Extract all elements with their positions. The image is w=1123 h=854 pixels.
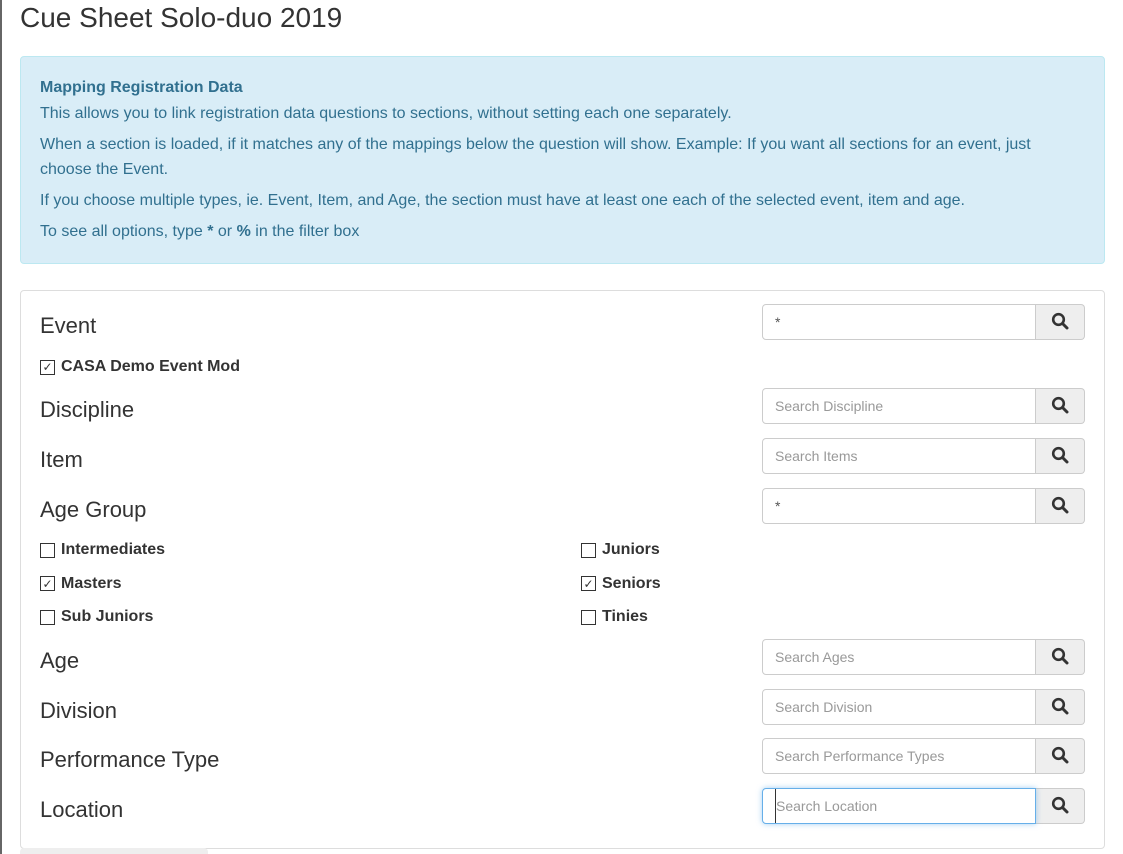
event-label: Event — [40, 313, 97, 338]
event-field[interactable] — [762, 304, 1037, 340]
location-label: Location — [40, 797, 124, 822]
alert-title: Mapping Registration Data — [40, 79, 243, 96]
checkbox-icon[interactable] — [581, 609, 596, 625]
search-icon — [1051, 446, 1069, 467]
age-group-search-input[interactable] — [763, 489, 1036, 523]
age-group-search-button[interactable] — [1036, 488, 1085, 524]
age-group-search-group — [762, 488, 1085, 524]
discipline-field[interactable]: Search Discipline — [762, 388, 1037, 424]
event-search-group — [762, 304, 1085, 340]
discipline-label: Discipline — [40, 397, 135, 422]
alert-text-2: When a section is loaded, if it matches … — [40, 136, 1031, 178]
division-field[interactable]: Search Division — [762, 689, 1037, 725]
checkbox-label: Masters — [61, 574, 122, 592]
search-icon — [1051, 496, 1069, 517]
age-field[interactable]: Search Ages — [762, 639, 1037, 675]
alert-text-4: To see all options, type * or % in the f… — [40, 219, 1080, 244]
age-group-field[interactable] — [762, 488, 1037, 524]
division-search-button[interactable] — [1036, 689, 1085, 725]
performance-type-label: Performance Type — [40, 747, 220, 772]
age-label: Age — [40, 648, 80, 673]
location-search-group: Search Location — [762, 788, 1085, 824]
search-icon — [1051, 746, 1069, 767]
division-search-input[interactable] — [763, 690, 1036, 724]
checkbox-label: Tinies — [602, 608, 648, 625]
age-search-group: Search Ages — [762, 639, 1085, 675]
checkbox-option[interactable]: Tinies — [581, 608, 648, 626]
checkbox-label: CASA Demo Event Mod — [61, 358, 240, 375]
search-icon — [1051, 697, 1069, 718]
checkbox-icon[interactable] — [40, 609, 55, 625]
checkbox-icon[interactable]: ✓ — [40, 576, 55, 591]
search-icon — [1051, 312, 1069, 333]
text: or — [213, 223, 237, 240]
checkbox-icon[interactable] — [40, 542, 55, 558]
checkbox-option[interactable]: Sub Juniors — [40, 608, 153, 626]
search-icon — [1051, 396, 1069, 417]
alert-text-3: If you choose multiple types, ie. Event,… — [40, 192, 965, 209]
search-icon — [1051, 796, 1069, 817]
division-search-group: Search Division — [762, 689, 1085, 725]
age-search-input[interactable] — [763, 640, 1036, 674]
discipline-search-input[interactable] — [763, 389, 1036, 423]
window-edge — [0, 0, 2, 854]
location-search-input[interactable] — [763, 789, 1036, 823]
item-field[interactable]: Search Items — [762, 438, 1037, 474]
checkbox-label: Intermediates — [61, 541, 166, 558]
checkbox-label: Seniors — [602, 574, 661, 592]
event-search-input[interactable] — [763, 305, 1036, 339]
checkbox-option[interactable]: ✓ Seniors — [581, 575, 661, 593]
search-icon — [1051, 647, 1069, 668]
age-search-button[interactable] — [1036, 639, 1085, 675]
mapping-panel: Event Discipline Search Discipline Item … — [20, 290, 1105, 849]
checkbox-label: Juniors — [602, 541, 660, 558]
item-search-group: Search Items — [762, 438, 1085, 474]
event-search-button[interactable] — [1036, 304, 1085, 340]
alert-text-1: This allows you to link registration dat… — [40, 105, 732, 122]
division-label: Division — [40, 698, 118, 723]
discipline-search-group: Search Discipline — [762, 388, 1085, 424]
checkbox-option[interactable]: ✓ CASA Demo Event Mod — [40, 358, 240, 376]
bottom-tab[interactable] — [20, 848, 208, 854]
performance-type-search-button[interactable] — [1036, 738, 1085, 774]
location-search-button[interactable] — [1036, 788, 1085, 824]
text: % — [236, 223, 251, 240]
checkbox-option[interactable]: ✓ Masters — [40, 575, 121, 593]
checkbox-option[interactable]: Juniors — [581, 541, 660, 559]
checkbox-icon[interactable]: ✓ — [40, 359, 55, 375]
discipline-search-button[interactable] — [1036, 388, 1085, 424]
checkbox-label: Sub Juniors — [61, 608, 154, 625]
item-search-button[interactable] — [1036, 438, 1085, 474]
text: in the filter box — [250, 223, 360, 240]
age-group-label: Age Group — [40, 497, 147, 522]
performance-type-search-input[interactable] — [763, 739, 1036, 773]
page-title: Cue Sheet Solo-duo 2019 — [20, 2, 343, 33]
item-label: Item — [40, 447, 83, 472]
performance-type-field[interactable]: Search Performance Types — [762, 738, 1037, 774]
checkbox-icon[interactable]: ✓ — [581, 576, 596, 591]
checkbox-icon[interactable] — [581, 542, 596, 558]
performance-type-search-group: Search Performance Types — [762, 738, 1085, 774]
checkbox-option[interactable]: Intermediates — [40, 541, 165, 559]
item-search-input[interactable] — [763, 439, 1036, 473]
info-alert: Mapping Registration Data This allows yo… — [20, 56, 1105, 264]
location-field[interactable]: Search Location — [762, 788, 1037, 824]
text: To see all options, type — [40, 223, 208, 240]
